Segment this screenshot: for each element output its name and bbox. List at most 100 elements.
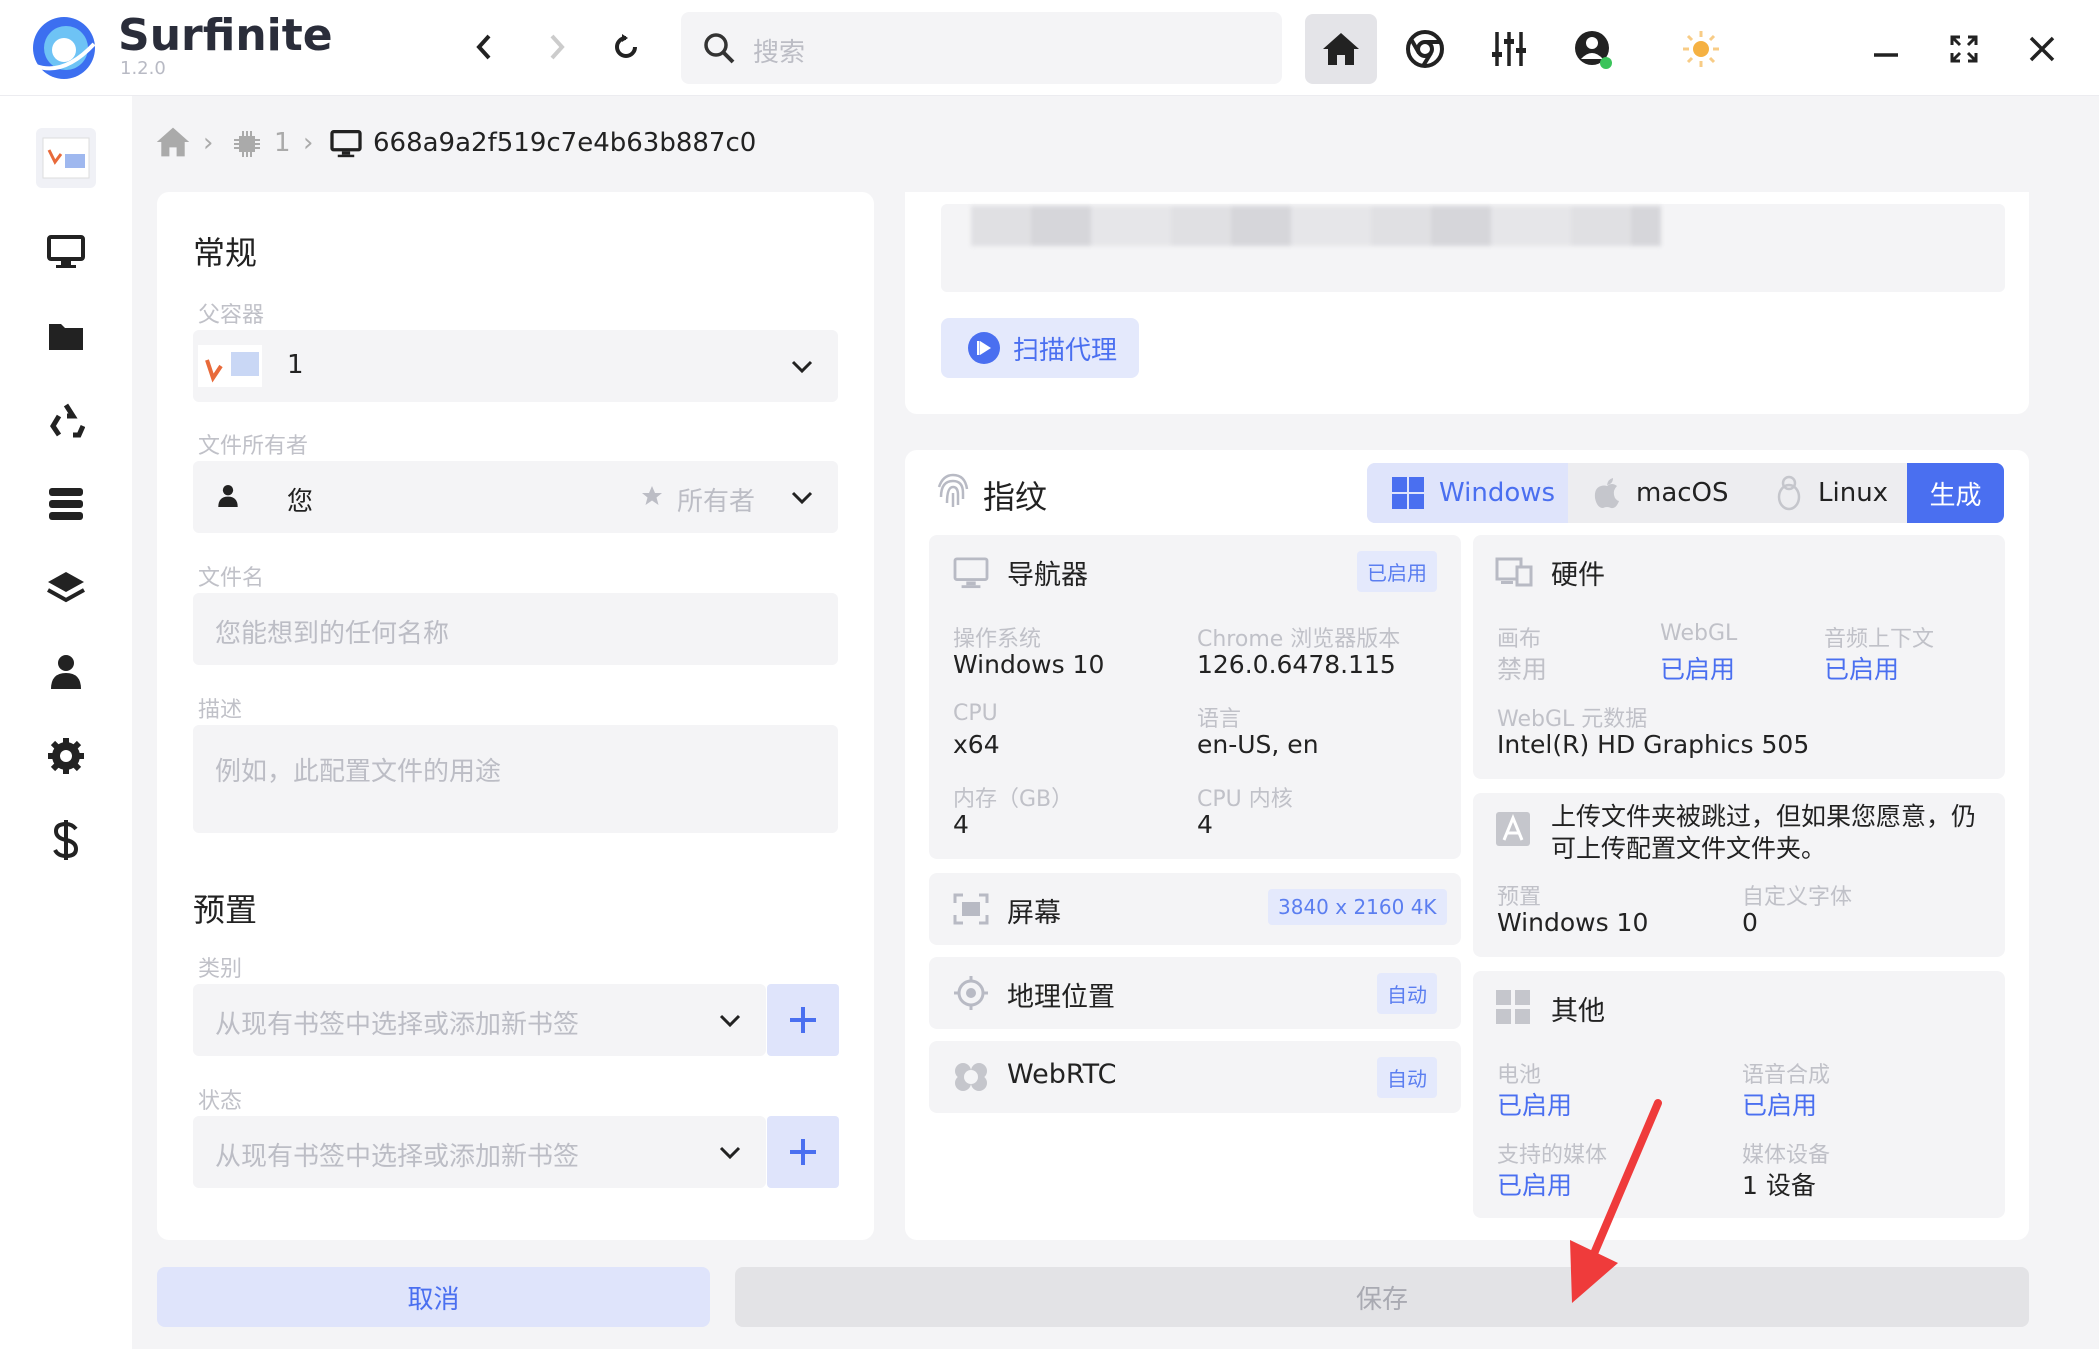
status-placeholder: 从现有书签中选择或添加新书签 bbox=[215, 1142, 580, 1172]
audio-context-value: 已启用 bbox=[1824, 655, 1900, 684]
apple-icon bbox=[1594, 478, 1619, 509]
recycle-icon bbox=[50, 403, 85, 438]
filename-label: 文件名 bbox=[198, 566, 265, 591]
proxy-input-blurred[interactable] bbox=[941, 204, 2005, 292]
sidebar-item-folders[interactable] bbox=[36, 306, 96, 366]
sidebar-item-profiles[interactable] bbox=[36, 222, 96, 282]
chevron-right-icon bbox=[550, 34, 565, 60]
speech-synthesis-label: 语音合成 bbox=[1742, 1063, 1831, 1088]
user-icon bbox=[218, 485, 238, 507]
hardware-card[interactable]: 硬件 画布 禁用 WebGL 已启用 音频上下文 已启用 WebGL 元数据 I… bbox=[1473, 535, 2005, 779]
account-button[interactable] bbox=[1557, 14, 1629, 84]
fingerprint-title: 指纹 bbox=[983, 478, 1048, 516]
sidebar-item-billing[interactable] bbox=[36, 810, 96, 870]
plus-icon bbox=[790, 1007, 816, 1033]
home-button[interactable] bbox=[1305, 14, 1377, 84]
settings-sliders-button[interactable] bbox=[1473, 14, 1545, 84]
home-icon bbox=[1323, 33, 1359, 65]
general-title: 常规 bbox=[193, 234, 258, 272]
category-select[interactable]: 从现有书签中选择或添加新书签 bbox=[193, 984, 766, 1056]
plus-icon bbox=[790, 1139, 816, 1165]
owner-role: 所有者 bbox=[677, 487, 756, 517]
chevron-down-icon bbox=[719, 1146, 741, 1160]
close-button[interactable] bbox=[2006, 14, 2078, 84]
breadcrumb-folder[interactable]: 1 bbox=[274, 128, 291, 158]
grid-icon bbox=[1496, 990, 1530, 1024]
breadcrumb-separator: › bbox=[303, 128, 314, 158]
webrtc-card[interactable]: WebRTC 自动 bbox=[929, 1041, 1461, 1113]
server-icon bbox=[49, 488, 83, 520]
monitor-icon bbox=[47, 235, 85, 268]
description-textarea[interactable]: 例如，此配置文件的用途 bbox=[193, 725, 838, 833]
maximize-button[interactable] bbox=[1928, 14, 2000, 84]
description-placeholder: 例如，此配置文件的用途 bbox=[215, 757, 502, 787]
webrtc-title: WebRTC bbox=[1007, 1059, 1117, 1090]
sliders-icon bbox=[1492, 32, 1526, 66]
canvas-value: 禁用 bbox=[1497, 655, 1548, 684]
user-circle-icon bbox=[1575, 31, 1612, 69]
add-category-button[interactable] bbox=[767, 984, 839, 1056]
back-button[interactable] bbox=[459, 22, 509, 72]
font-preset-label: 预置 bbox=[1497, 885, 1542, 910]
media-devices-label: 媒体设备 bbox=[1742, 1143, 1831, 1168]
home-icon[interactable] bbox=[155, 125, 191, 159]
forward-button[interactable] bbox=[532, 22, 582, 72]
memory-value: 4 bbox=[953, 810, 969, 839]
filename-input[interactable]: 您能想到的任何名称 bbox=[193, 593, 838, 665]
location-crosshair-icon bbox=[954, 976, 988, 1010]
navigator-card[interactable]: 导航器 已启用 操作系统 Windows 10 Chrome 浏览器版本 126… bbox=[929, 535, 1461, 859]
minimize-button[interactable] bbox=[1850, 14, 1922, 84]
sidebar-item-servers[interactable] bbox=[36, 474, 96, 534]
description-label: 描述 bbox=[198, 698, 243, 723]
cancel-button[interactable]: 取消 bbox=[157, 1267, 710, 1327]
tab-windows[interactable]: Windows bbox=[1367, 463, 1568, 523]
media-devices-value: 1 设备 bbox=[1742, 1171, 1816, 1200]
add-status-button[interactable] bbox=[767, 1116, 839, 1188]
sidebar-item-layers[interactable] bbox=[36, 558, 96, 618]
tab-linux[interactable]: Linux bbox=[1774, 463, 1904, 523]
gear-icon bbox=[48, 738, 84, 774]
geolocation-card[interactable]: 地理位置 自动 bbox=[929, 957, 1461, 1029]
webgl-label: WebGL bbox=[1660, 621, 1738, 646]
theme-toggle-button[interactable] bbox=[1665, 14, 1737, 84]
sidebar-item-settings[interactable] bbox=[36, 726, 96, 786]
chip-icon bbox=[234, 131, 260, 157]
linux-icon bbox=[1777, 475, 1801, 511]
search-icon bbox=[704, 33, 735, 64]
minimize-icon bbox=[1874, 53, 1898, 57]
category-placeholder: 从现有书签中选择或添加新书签 bbox=[215, 1010, 580, 1040]
reload-button[interactable] bbox=[601, 22, 651, 72]
sun-icon bbox=[1683, 31, 1719, 67]
search-placeholder: 搜索 bbox=[753, 38, 806, 68]
parent-container-select[interactable]: 1 bbox=[193, 330, 838, 402]
sidebar-item-users[interactable] bbox=[36, 642, 96, 702]
sidebar-item-profile-avatar[interactable] bbox=[36, 128, 96, 188]
screen-card[interactable]: 屏幕 3840 x 2160 4K bbox=[929, 873, 1461, 945]
tab-macos[interactable]: macOS bbox=[1592, 463, 1762, 523]
windows-icon bbox=[1392, 477, 1424, 509]
generate-button[interactable]: 生成 bbox=[1907, 463, 2004, 523]
reload-icon bbox=[615, 34, 637, 58]
chrome-button[interactable] bbox=[1389, 14, 1461, 84]
status-select[interactable]: 从现有书签中选择或添加新书签 bbox=[193, 1116, 766, 1188]
font-preset-value: Windows 10 bbox=[1497, 908, 1649, 937]
save-button[interactable]: 保存 bbox=[735, 1267, 2029, 1327]
cores-label: CPU 内核 bbox=[1197, 787, 1293, 812]
user-icon bbox=[51, 655, 81, 689]
memory-label: 内存（GB） bbox=[953, 787, 1074, 812]
scan-proxy-button[interactable]: 扫描代理 bbox=[941, 318, 1139, 378]
sidebar-item-recycle[interactable] bbox=[36, 390, 96, 450]
screen-icon bbox=[953, 893, 989, 925]
fonts-card[interactable]: 上传文件夹被跳过，但如果您愿意，仍可上传配置文件文件夹。 预置 Windows … bbox=[1473, 793, 2005, 957]
category-label: 类别 bbox=[198, 957, 243, 982]
search-input[interactable]: 搜索 bbox=[681, 12, 1282, 84]
scan-proxy-label: 扫描代理 bbox=[1013, 335, 1118, 366]
speech-synthesis-value: 已启用 bbox=[1742, 1091, 1818, 1120]
dollar-icon bbox=[53, 820, 79, 860]
webrtc-badge: 自动 bbox=[1377, 1057, 1437, 1098]
owner-select[interactable]: 您 所有者 bbox=[193, 461, 838, 533]
cpu-value: x64 bbox=[953, 730, 1000, 759]
status-label: 状态 bbox=[198, 1089, 243, 1114]
os-tabs: Windows macOS Linux 生成 bbox=[1367, 463, 2004, 523]
tab-linux-label: Linux bbox=[1818, 478, 1889, 508]
